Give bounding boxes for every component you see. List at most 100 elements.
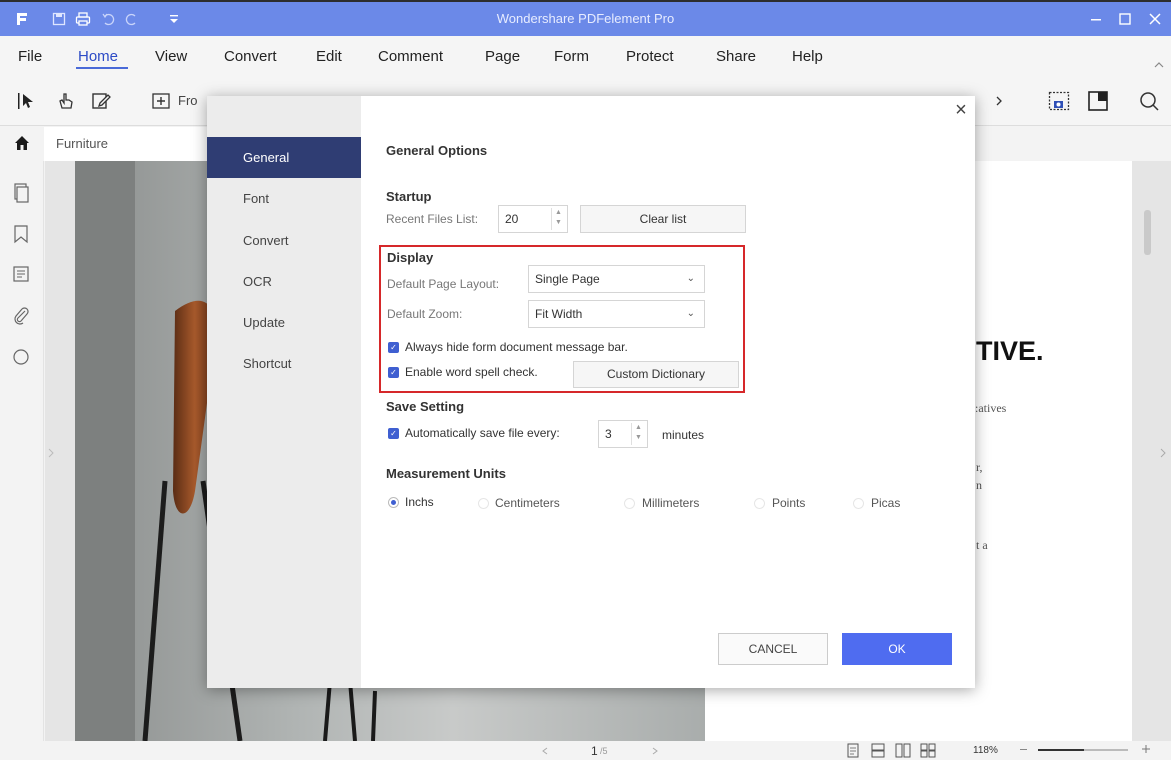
startup-heading: Startup — [386, 189, 432, 204]
cancel-button[interactable]: CANCEL — [718, 633, 828, 665]
zoom-in-icon[interactable] — [1141, 744, 1151, 757]
dialog-title: General Options — [386, 143, 488, 158]
menu-home[interactable]: Home — [78, 48, 118, 65]
left-side-panel — [0, 161, 44, 741]
screenshot-icon[interactable] — [1048, 90, 1070, 112]
zoom-value: Fit Width — [535, 307, 583, 321]
maximize-icon[interactable] — [1113, 8, 1137, 30]
radio-centimeters-label[interactable]: Centimeters — [495, 496, 560, 510]
zoom-slider-fill — [1038, 749, 1084, 751]
nav-shortcut[interactable]: Shortcut — [207, 343, 361, 384]
next-group-icon[interactable] — [988, 90, 1010, 112]
page-layout-value: Single Page — [535, 272, 600, 286]
autosave-unit: minutes — [662, 428, 705, 442]
document-text-line: r, — [976, 460, 983, 474]
menu-page[interactable]: Page — [485, 48, 520, 65]
collapse-panel-arrow-icon[interactable] — [48, 445, 54, 463]
single-page-view-icon[interactable] — [846, 743, 860, 760]
autosave-label[interactable]: Automatically save file every: — [405, 426, 560, 440]
menu-protect[interactable]: Protect — [626, 48, 674, 65]
radio-inchs[interactable] — [388, 497, 399, 508]
recent-files-stepper[interactable]: 20 ▲ ▼ — [498, 205, 568, 233]
minimize-icon[interactable] — [1084, 8, 1108, 30]
zoom-slider[interactable] — [1038, 749, 1128, 751]
autosave-stepper[interactable]: 3 ▲ ▼ — [598, 420, 648, 448]
ok-label: OK — [888, 642, 906, 656]
stepper-arrows-icon[interactable]: ▲ ▼ — [551, 208, 565, 230]
menu-edit[interactable]: Edit — [316, 48, 342, 65]
menu-form[interactable]: Form — [554, 48, 589, 65]
menu-convert[interactable]: Convert — [224, 48, 277, 65]
document-heading: TIVE. — [976, 336, 1044, 366]
radio-millimeters[interactable] — [624, 498, 635, 509]
nav-general[interactable]: General — [207, 137, 361, 178]
active-menu-indicator — [76, 67, 128, 69]
zoom-select[interactable]: Fit Width ⌄ — [528, 300, 705, 328]
stepper-arrows-icon[interactable]: ▲ ▼ — [631, 423, 645, 445]
radio-points-label[interactable]: Points — [772, 496, 805, 510]
radio-picas-label[interactable]: Picas — [871, 496, 900, 510]
attachment-icon[interactable] — [12, 306, 32, 326]
zoom-level[interactable]: 118% — [973, 745, 998, 756]
nav-ocr[interactable]: OCR — [207, 261, 361, 302]
spell-check-label[interactable]: Enable word spell check. — [405, 365, 538, 379]
spell-check-checkbox[interactable]: ✓ — [388, 367, 399, 378]
menu-share[interactable]: Share — [716, 48, 756, 65]
custom-dictionary-label: Custom Dictionary — [606, 367, 706, 381]
nav-update[interactable]: Update — [207, 302, 361, 343]
scroll-right-arrow-icon[interactable] — [1160, 445, 1166, 463]
nav-convert[interactable]: Convert — [207, 220, 361, 261]
facing-view-icon[interactable] — [895, 743, 911, 760]
recent-files-value: 20 — [505, 212, 519, 226]
page-layout-select[interactable]: Single Page ⌄ — [528, 265, 705, 293]
radio-picas[interactable] — [853, 498, 864, 509]
dialog-close-icon[interactable]: × — [951, 100, 971, 120]
vertical-scrollbar-thumb[interactable] — [1144, 210, 1151, 255]
search-icon[interactable] — [1138, 90, 1160, 112]
comments-panel-icon[interactable] — [12, 265, 32, 285]
chevron-down-icon: ⌄ — [686, 273, 695, 284]
nav-font[interactable]: Font — [207, 178, 361, 219]
home-icon[interactable] — [14, 135, 30, 156]
page-layout-label: Default Page Layout: — [387, 277, 500, 291]
hand-tool-icon[interactable] — [55, 90, 77, 112]
thumbnails-icon[interactable] — [12, 183, 32, 203]
menu-file[interactable]: File — [18, 48, 42, 65]
menu-bar: File Home View Convert Edit Comment Page… — [0, 36, 1171, 76]
bookmark-icon[interactable] — [12, 224, 32, 244]
current-page[interactable]: 1 — [591, 744, 598, 758]
crop-page-icon[interactable] — [1087, 90, 1109, 112]
edit-tool-icon[interactable] — [90, 90, 112, 112]
zoom-out-icon[interactable] — [1020, 749, 1027, 750]
hide-message-bar-checkbox[interactable]: ✓ — [388, 342, 399, 353]
hide-message-bar-label[interactable]: Always hide form document message bar. — [405, 340, 628, 354]
radio-millimeters-label[interactable]: Millimeters — [642, 496, 699, 510]
grid-view-icon[interactable] — [920, 743, 936, 760]
from-label[interactable]: Fro — [178, 93, 198, 108]
radio-points[interactable] — [754, 498, 765, 509]
collapse-ribbon-icon[interactable] — [1154, 56, 1164, 74]
continuous-view-icon[interactable] — [871, 743, 885, 760]
menu-view[interactable]: View — [155, 48, 187, 65]
next-page-icon[interactable] — [652, 746, 658, 758]
previous-page-icon[interactable] — [542, 746, 548, 758]
select-tool-icon[interactable] — [16, 90, 38, 112]
document-tab-label: Furniture — [56, 136, 109, 151]
autosave-value: 3 — [605, 427, 612, 441]
zoom-label: Default Zoom: — [387, 307, 463, 321]
title-bar: Wondershare PDFelement Pro — [0, 0, 1171, 36]
menu-help[interactable]: Help — [792, 48, 823, 65]
menu-comment[interactable]: Comment — [378, 48, 443, 65]
add-from-file-icon[interactable] — [150, 90, 172, 112]
ok-button[interactable]: OK — [842, 633, 952, 665]
autosave-checkbox[interactable]: ✓ — [388, 428, 399, 439]
clear-list-button[interactable]: Clear list — [580, 205, 746, 233]
document-text-line: t a — [976, 538, 988, 552]
radio-inchs-label[interactable]: Inchs — [405, 495, 434, 509]
custom-dictionary-button[interactable]: Custom Dictionary — [573, 361, 739, 388]
cancel-label: CANCEL — [748, 642, 798, 656]
search-panel-icon[interactable] — [12, 347, 32, 367]
save-setting-heading: Save Setting — [386, 399, 465, 414]
radio-centimeters[interactable] — [478, 498, 489, 509]
close-window-icon[interactable] — [1143, 8, 1167, 30]
